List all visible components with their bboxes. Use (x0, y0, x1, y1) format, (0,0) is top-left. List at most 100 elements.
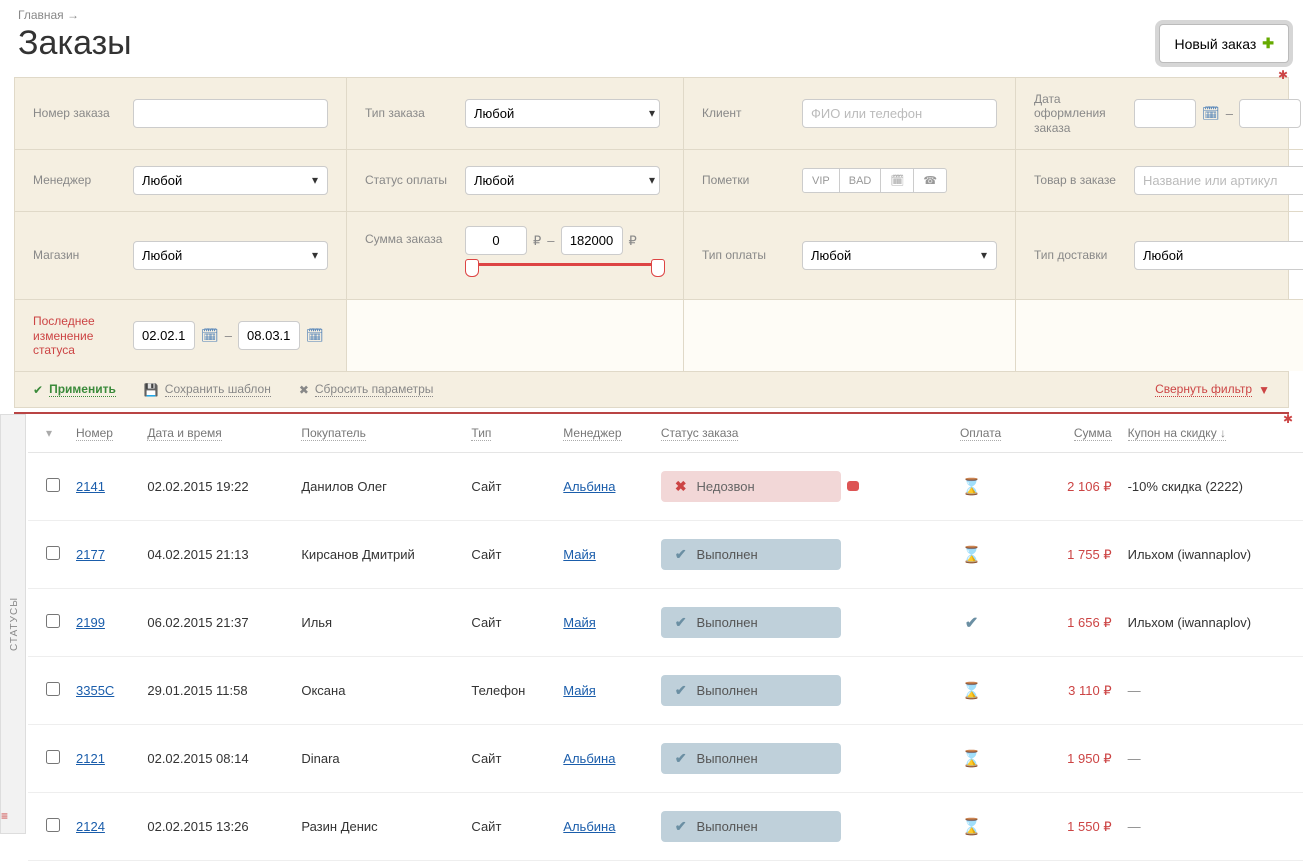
th-coupon[interactable]: Купон на скидку (1128, 426, 1226, 441)
th-buyer[interactable]: Покупатель (301, 426, 365, 441)
tag-vip-button[interactable]: VIP (802, 168, 840, 193)
check-icon: ✔ (33, 383, 43, 397)
th-datetime[interactable]: Дата и время (147, 426, 221, 441)
row-checkbox[interactable] (46, 546, 60, 560)
filter-label-manager: Менеджер (33, 173, 121, 187)
manager-link[interactable]: Майя (563, 683, 596, 698)
row-checkbox[interactable] (46, 818, 60, 832)
manager-link[interactable]: Майя (563, 547, 596, 562)
order-type-select[interactable]: Любой (465, 99, 660, 128)
reset-button[interactable]: ✖ Сбросить параметры (299, 382, 434, 397)
th-number[interactable]: Номер (76, 426, 113, 441)
calendar-icon[interactable]: 🗓 (306, 327, 324, 344)
table-row: 217704.02.2015 21:13Кирсанов ДмитрийСайт… (28, 521, 1303, 589)
filter-label-product: Товар в заказе (1034, 173, 1122, 187)
store-select[interactable]: Любой (133, 241, 328, 270)
manager-link[interactable]: Майя (563, 615, 596, 630)
plus-icon: ✚ (1262, 35, 1274, 52)
status-badge[interactable]: ✔Выполнен (661, 539, 841, 570)
cell-datetime: 02.02.2015 19:22 (139, 453, 293, 521)
status-badge[interactable]: ✖Недозвон (661, 471, 841, 502)
filter-label-store: Магазин (33, 248, 121, 262)
collapse-filter-button[interactable]: Свернуть фильтр ▼ (1155, 382, 1270, 397)
client-input[interactable] (802, 99, 997, 128)
row-checkbox[interactable] (46, 750, 60, 764)
delivery-type-select[interactable]: Любой (1134, 241, 1303, 270)
manager-link[interactable]: Альбина (563, 479, 615, 494)
cell-sum: 1 656 ₽ (1044, 615, 1112, 631)
page-title: Заказы (18, 24, 1285, 63)
status-badge[interactable]: ✔Выполнен (661, 675, 841, 706)
last-status-from[interactable] (133, 321, 195, 350)
manager-select[interactable]: Любой (133, 166, 328, 195)
tag-phone-button[interactable]: ☎ (913, 168, 947, 193)
calendar-icon[interactable]: 🗓 (201, 327, 219, 344)
order-number-link[interactable]: 2199 (76, 615, 105, 630)
order-number-link[interactable]: 2124 (76, 819, 105, 834)
cell-buyer: Dinara (293, 725, 463, 793)
breadcrumb-home[interactable]: Главная (18, 8, 64, 22)
filters-panel: ✱ Номер заказа Тип заказа Любой Клиент Д… (14, 77, 1289, 408)
payment-type-select[interactable]: Любой (802, 241, 997, 270)
calendar-icon[interactable]: 🗓 (1202, 105, 1220, 122)
sum-min-input[interactable] (465, 226, 527, 255)
th-payment[interactable]: Оплата (960, 426, 1001, 441)
check-icon: ✔ (965, 615, 978, 632)
cell-coupon: — (1120, 793, 1303, 861)
cell-datetime: 29.01.2015 11:58 (139, 657, 293, 725)
status-badge[interactable]: ✔Выполнен (661, 743, 841, 774)
breadcrumb: Главная → (18, 8, 1285, 22)
manager-link[interactable]: Альбина (563, 751, 615, 766)
row-checkbox[interactable] (46, 614, 60, 628)
last-status-to[interactable] (238, 321, 300, 350)
filter-label-order-number: Номер заказа (33, 106, 121, 120)
filter-label-order-type: Тип заказа (365, 106, 453, 120)
table-row: 212102.02.2015 08:14DinaraСайтАльбина✔Вы… (28, 725, 1303, 793)
sum-slider[interactable] (465, 261, 665, 285)
hourglass-icon: ⌛ (962, 479, 982, 496)
status-badge[interactable]: ✔Выполнен (661, 811, 841, 842)
order-number-link[interactable]: 2121 (76, 751, 105, 766)
cell-type: Телефон (463, 657, 555, 725)
filter-label-client: Клиент (702, 106, 790, 120)
hourglass-icon: ⌛ (962, 683, 982, 700)
order-number-input[interactable] (133, 99, 328, 128)
order-number-link[interactable]: 2141 (76, 479, 105, 494)
manager-link[interactable]: Альбина (563, 819, 615, 834)
slider-handle-max[interactable] (651, 259, 665, 277)
sum-max-input[interactable] (561, 226, 623, 255)
cell-type: Сайт (463, 589, 555, 657)
cell-coupon: — (1120, 725, 1303, 793)
gear-icon[interactable]: ✱ (1278, 68, 1288, 82)
order-number-link[interactable]: 3355C (76, 683, 114, 698)
cell-buyer: Кирсанов Дмитрий (293, 521, 463, 589)
th-sum[interactable]: Сумма (1074, 426, 1112, 441)
tag-calendar-button[interactable]: 🗓 (880, 168, 914, 193)
status-badge[interactable]: ✔Выполнен (661, 607, 841, 638)
th-type[interactable]: Тип (471, 426, 491, 441)
tag-bad-button[interactable]: BAD (839, 168, 882, 193)
payment-status-select[interactable]: Любой (465, 166, 660, 195)
sort-icon[interactable]: ▾ (46, 426, 52, 440)
status-icon: ✔ (675, 614, 687, 631)
order-date-from[interactable] (1134, 99, 1196, 128)
status-icon: ✖ (675, 478, 687, 495)
row-checkbox[interactable] (46, 478, 60, 492)
gear-icon[interactable]: ✱ (1283, 412, 1293, 426)
comment-icon[interactable] (847, 481, 859, 491)
product-input[interactable] (1134, 166, 1303, 195)
sidebar-handle-icon[interactable]: ≡ (1, 809, 9, 823)
slider-handle-min[interactable] (465, 259, 479, 277)
apply-button[interactable]: ✔ Применить (33, 382, 116, 397)
order-number-link[interactable]: 2177 (76, 547, 105, 562)
new-order-button[interactable]: Новый заказ ✚ (1159, 24, 1289, 63)
save-template-button[interactable]: 💾 Сохранить шаблон (144, 382, 271, 397)
status-sidebar[interactable]: ≡ СТАТУСЫ (0, 414, 26, 834)
th-manager[interactable]: Менеджер (563, 426, 621, 441)
filter-label-delivery-type: Тип доставки (1034, 248, 1122, 262)
cell-datetime: 04.02.2015 21:13 (139, 521, 293, 589)
th-status[interactable]: Статус заказа (661, 426, 739, 441)
order-date-to[interactable] (1239, 99, 1301, 128)
row-checkbox[interactable] (46, 682, 60, 696)
table-row: 219906.02.2015 21:37ИльяСайтМайя✔Выполне… (28, 589, 1303, 657)
